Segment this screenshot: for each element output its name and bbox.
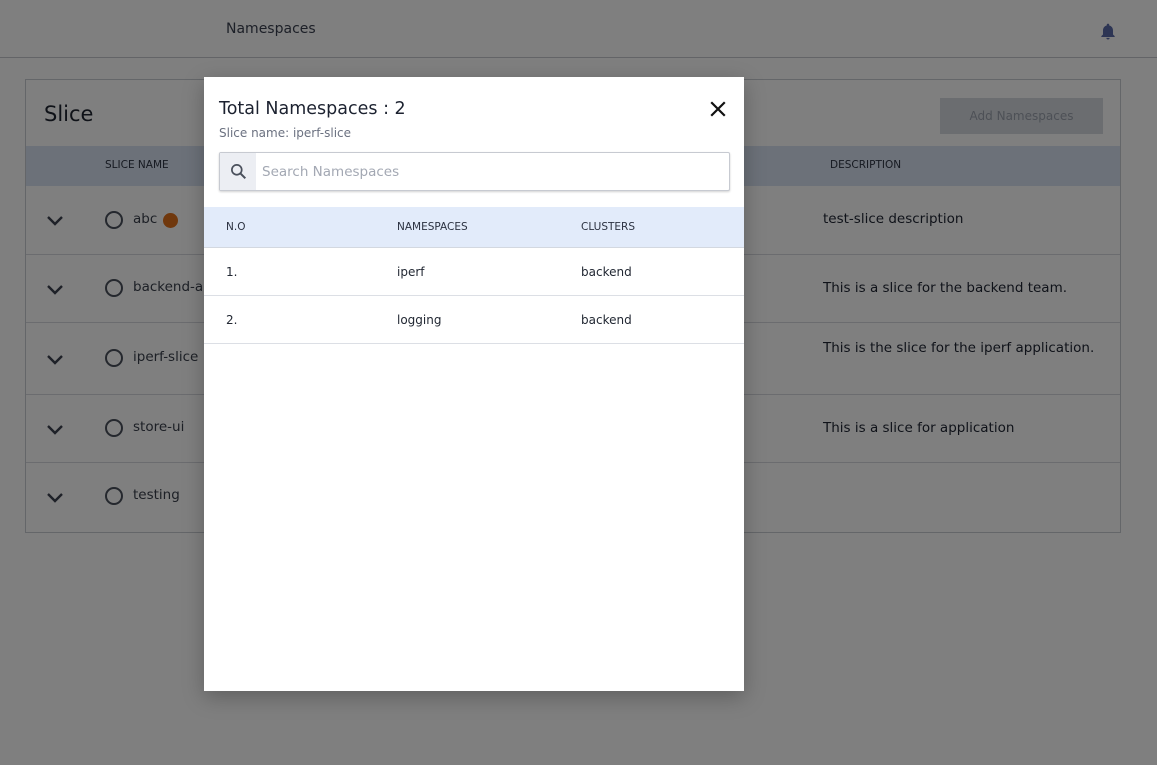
table-row: 2. logging backend bbox=[204, 296, 744, 344]
namespace-name: iperf bbox=[397, 265, 425, 279]
column-namespaces: NAMESPACES bbox=[397, 221, 468, 233]
namespaces-dialog: Total Namespaces : 2 Slice name: iperf-s… bbox=[204, 77, 744, 691]
search-icon-container bbox=[220, 153, 256, 190]
row-number: 1. bbox=[226, 265, 238, 279]
namespace-name: logging bbox=[397, 313, 442, 327]
close-icon[interactable] bbox=[708, 99, 728, 119]
column-clusters: CLUSTERS bbox=[581, 221, 636, 233]
search-box[interactable] bbox=[219, 152, 730, 191]
search-input[interactable] bbox=[262, 153, 722, 190]
table-row: 1. iperf backend bbox=[204, 248, 744, 296]
namespaces-table-header: N.O NAMESPACES CLUSTERS bbox=[204, 207, 744, 248]
search-icon bbox=[231, 164, 247, 180]
dialog-subtitle: Slice name: iperf-slice bbox=[219, 126, 352, 140]
cluster-name: backend bbox=[581, 313, 632, 327]
dialog-title: Total Namespaces : 2 bbox=[219, 99, 406, 119]
cluster-name: backend bbox=[581, 265, 632, 279]
row-number: 2. bbox=[226, 313, 238, 327]
column-no: N.O bbox=[226, 221, 246, 233]
